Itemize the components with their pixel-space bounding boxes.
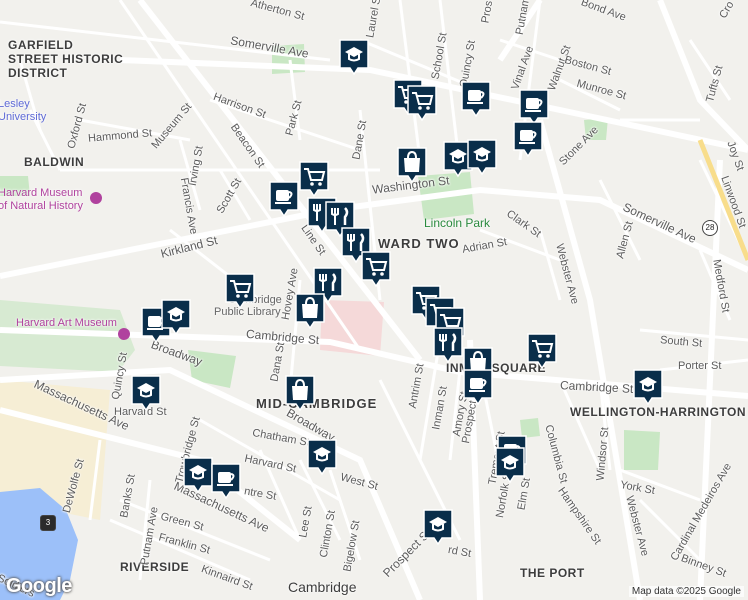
shopping-cart-marker[interactable] — [224, 272, 256, 310]
shopping-cart-icon — [361, 251, 391, 288]
school-marker[interactable] — [338, 38, 370, 76]
cafe-marker[interactable] — [462, 368, 494, 406]
restaurant-icon — [433, 327, 463, 364]
school-icon — [423, 509, 453, 546]
shopping-cart-marker[interactable] — [360, 250, 392, 288]
map-attribution[interactable]: Map data ©2025 Google — [628, 586, 744, 597]
school-marker[interactable] — [306, 438, 338, 476]
poi-harvard-art-museum[interactable]: Harvard Art Museum — [16, 317, 117, 329]
school-icon — [161, 299, 191, 336]
cafe-marker[interactable] — [210, 462, 242, 500]
route-28-shield: 28 — [702, 220, 718, 236]
shopping-bag-icon — [295, 293, 325, 330]
school-marker[interactable] — [130, 374, 162, 412]
cafe-marker[interactable] — [460, 80, 492, 118]
museum-icon — [90, 192, 102, 204]
shopping-bag-icon — [397, 147, 427, 184]
cafe-icon — [513, 121, 543, 158]
area-wellington-harrington: WELLINGTON-HARRINGTON — [570, 405, 747, 419]
poi-lincoln-park[interactable]: Lincoln Park — [424, 216, 490, 230]
area-garfield-1: GARFIELD — [8, 38, 74, 52]
cafe-marker[interactable] — [268, 180, 300, 218]
school-icon — [131, 375, 161, 412]
cafe-marker[interactable] — [512, 120, 544, 158]
area-cambridge: Cambridge — [288, 579, 357, 595]
poi-harvard-museum-2[interactable]: of Natural History — [0, 200, 83, 212]
school-icon — [339, 39, 369, 76]
area-riverside: RIVERSIDE — [120, 560, 190, 574]
park-field-2 — [624, 430, 660, 470]
area-garfield-3: DISTRICT — [8, 66, 68, 80]
shopping-cart-icon — [225, 273, 255, 310]
school-icon — [307, 439, 337, 476]
shopping-bag-marker[interactable] — [294, 292, 326, 330]
shopping-cart-icon — [299, 161, 329, 198]
street-porter: Porter St — [678, 360, 722, 372]
poi-harvard-museum-1[interactable]: Harvard Museum — [0, 187, 82, 199]
school-marker[interactable] — [160, 298, 192, 336]
school-icon — [467, 139, 497, 176]
poi-lesley-2[interactable]: University — [0, 111, 46, 123]
shopping-bag-marker[interactable] — [396, 146, 428, 184]
shopping-cart-marker[interactable] — [526, 332, 558, 370]
route-3-shield: 3 — [40, 515, 56, 531]
cafe-icon — [269, 181, 299, 218]
shopping-bag-marker[interactable] — [284, 374, 316, 412]
school-marker[interactable] — [466, 138, 498, 176]
school-marker[interactable] — [494, 446, 526, 484]
museum-icon — [118, 328, 130, 340]
area-garfield-2: STREET HISTORIC — [8, 52, 124, 66]
shopping-bag-icon — [285, 375, 315, 412]
shopping-cart-icon — [407, 85, 437, 122]
area-baldwin: BALDWIN — [24, 155, 85, 169]
school-marker[interactable] — [422, 508, 454, 546]
cafe-icon — [211, 463, 241, 500]
school-icon — [633, 369, 663, 406]
poi-lesley-1[interactable]: Lesley — [0, 98, 30, 110]
cafe-icon — [463, 369, 493, 406]
restaurant-marker[interactable] — [432, 326, 464, 364]
area-the-port: THE PORT — [520, 566, 585, 580]
area-mid-cambridge: MID-CAMBRIDGE — [256, 396, 378, 411]
shopping-cart-icon — [527, 333, 557, 370]
google-logo: Google — [6, 575, 72, 597]
area-ward-two: WARD TWO — [378, 236, 460, 251]
shopping-cart-marker[interactable] — [406, 84, 438, 122]
shopping-cart-marker[interactable] — [298, 160, 330, 198]
cafe-icon — [461, 81, 491, 118]
school-icon — [495, 447, 525, 484]
school-marker[interactable] — [632, 368, 664, 406]
